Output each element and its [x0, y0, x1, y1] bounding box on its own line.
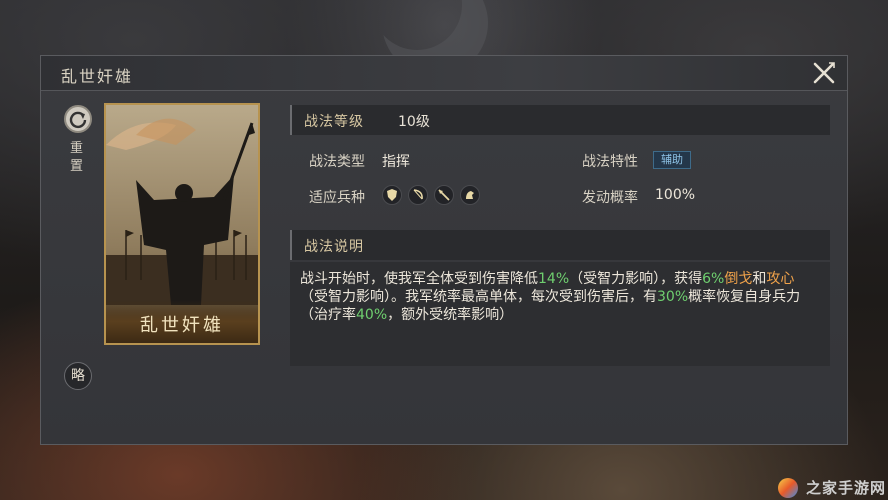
description-header-label: 战法说明 — [304, 239, 364, 255]
brief-button[interactable]: 略 — [64, 362, 92, 390]
panel-title: 乱世奸雄 — [61, 67, 134, 86]
desc-text: （受智力影响）。我军统率最高单体，每次受到伤害后，有 — [300, 289, 657, 305]
skill-card-art — [106, 105, 258, 343]
troops-label: 适应兵种 — [309, 190, 365, 206]
watermark-text: 之家手游网 — [805, 479, 886, 497]
skill-level-row: 战法等级 10级 — [290, 105, 830, 135]
skill-type-value: 指挥 — [382, 154, 410, 170]
skill-trait-badge: 辅助 — [653, 151, 691, 169]
desc-keyword-daoge: 倒戈 — [724, 271, 753, 287]
skill-card: 乱世奸雄 — [104, 103, 260, 345]
close-button[interactable] — [811, 60, 837, 86]
description-header: 战法说明 — [290, 230, 830, 260]
trigger-chance-label: 发动概率 — [582, 190, 638, 206]
skill-card-name: 乱世奸雄 — [140, 315, 224, 336]
desc-keyword-gongxin: 攻心 — [766, 271, 795, 287]
desc-text: 战斗开始时，使我军全体受到伤害降低 — [300, 271, 538, 287]
spear-icon — [434, 185, 454, 205]
bow-icon — [408, 185, 428, 205]
shield-icon — [382, 185, 402, 205]
skill-level-value: 10级 — [398, 114, 430, 130]
description-body: 战斗开始时，使我军全体受到伤害降低14%（受智力影响），获得6%倒戈和攻心 （受智… — [290, 262, 830, 366]
watermark-logo — [778, 478, 798, 498]
desc-text: 和 — [752, 271, 767, 287]
desc-value-chance: 30% — [657, 289, 689, 305]
desc-text: ，额外受统率影响） — [387, 307, 514, 323]
reset-icon — [69, 111, 87, 129]
skill-level-label: 战法等级 — [304, 114, 364, 130]
reset-label: 重置 — [70, 141, 84, 174]
trigger-chance-value: 100% — [655, 187, 696, 203]
close-icon — [813, 62, 835, 84]
desc-value-lifesteal: 6% — [702, 271, 725, 287]
horse-icon — [460, 185, 480, 205]
skill-type-label: 战法类型 — [309, 154, 365, 170]
desc-value-damage-reduction: 14% — [538, 271, 570, 287]
desc-text: （受智力影响），获得 — [569, 271, 703, 287]
reset-button[interactable] — [64, 105, 92, 133]
panel-header: 乱世奸雄 — [41, 56, 847, 91]
skill-trait-label: 战法特性 — [582, 154, 638, 170]
desc-value-heal-rate: 40% — [356, 307, 388, 323]
